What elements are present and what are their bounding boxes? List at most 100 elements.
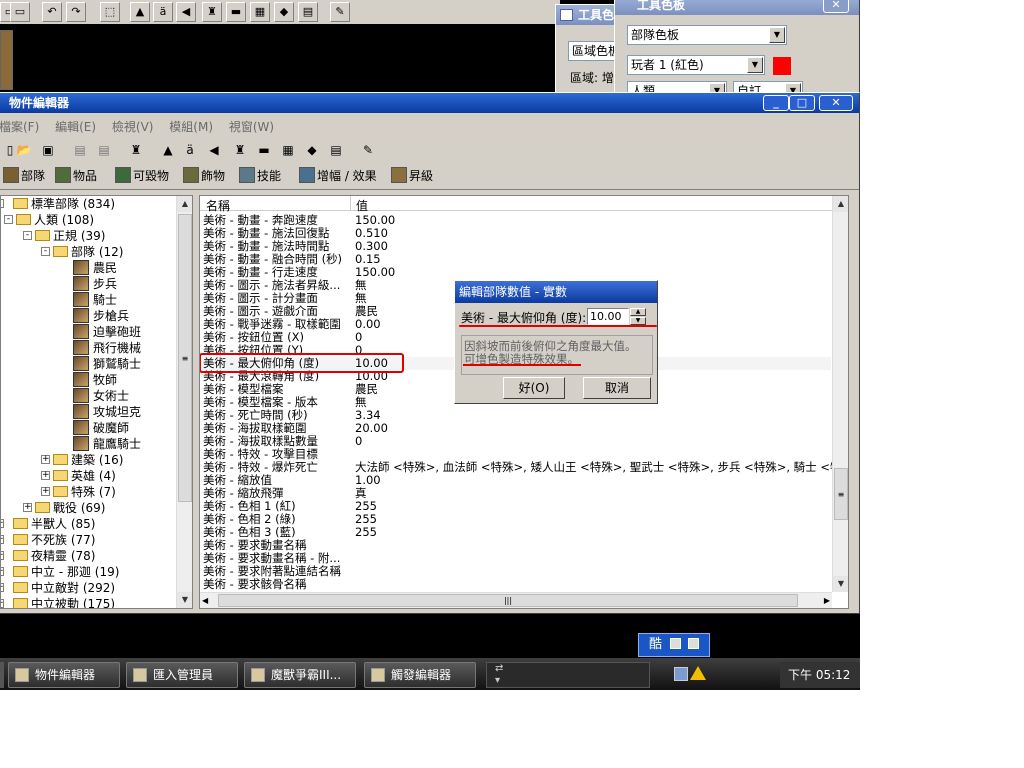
- tree-unit-item[interactable]: 迫擊砲班: [73, 324, 141, 340]
- dialog-value-input[interactable]: 10.00: [587, 308, 629, 325]
- tree-folder-item[interactable]: 正規 (39): [35, 228, 105, 244]
- tree-expander[interactable]: +: [1, 519, 4, 528]
- tree-expander[interactable]: +: [41, 471, 50, 480]
- cancel-button[interactable]: 取消: [583, 377, 651, 399]
- maximize-button[interactable]: □: [789, 95, 815, 111]
- property-row[interactable]: 美術 - 縮放值 1.00: [203, 474, 831, 487]
- redo-icon[interactable]: ↷: [66, 2, 86, 22]
- tab-buffs[interactable]: 增幅 / 效果: [297, 165, 377, 187]
- language-bar[interactable]: 酷: [638, 633, 710, 657]
- tree-expander[interactable]: +: [1, 551, 4, 560]
- tree-folder-item[interactable]: 中立敵對 (292): [13, 580, 115, 596]
- property-row[interactable]: 美術 - 色相 1 (紅) 255: [203, 500, 831, 513]
- tree-folder-item[interactable]: 中立被動 (175): [13, 596, 115, 608]
- edit-value-dialog[interactable]: 編輯部隊數值 - 實數 美術 - 最大俯仰角 (度): 10.00 ▲ ▼ 因斜…: [454, 280, 658, 404]
- tab-items[interactable]: 物品: [53, 165, 97, 187]
- header-value[interactable]: 值: [356, 197, 368, 214]
- test-map-icon[interactable]: ✎: [330, 2, 350, 22]
- tab-doodads[interactable]: 飾物: [181, 165, 225, 187]
- tree-expander[interactable]: +: [23, 503, 32, 512]
- region-icon[interactable]: ▬: [253, 140, 275, 162]
- undo-icon[interactable]: ↶: [42, 2, 62, 22]
- scroll-down-icon[interactable]: ▼: [833, 576, 848, 592]
- camera-icon[interactable]: ▦: [250, 2, 270, 22]
- taskbar-item-object-editor[interactable]: 物件編輯器: [8, 662, 120, 688]
- tree-scrollbar[interactable]: ▲ ≡ ▼: [176, 196, 192, 608]
- terrain-icon[interactable]: ▲: [157, 140, 179, 162]
- ime-help-icon[interactable]: [688, 638, 700, 649]
- palette-close-button[interactable]: ✕: [823, 0, 849, 13]
- property-row[interactable]: 美術 - 要求附著點連結名稱: [203, 565, 831, 578]
- property-row[interactable]: 美術 - 海拔取樣範圍 20.00: [203, 422, 831, 435]
- doodad-palette-icon[interactable]: ä: [179, 140, 201, 162]
- sound-icon[interactable]: ◀: [203, 140, 225, 162]
- player-combo[interactable]: 玩者 1 (紅色) ▼: [627, 55, 765, 75]
- property-row[interactable]: 美術 - 動畫 - 行走速度 150.00: [203, 266, 831, 279]
- tree-unit-item[interactable]: 獅鷲騎士: [73, 356, 141, 372]
- taskbar-item-import-manager[interactable]: 匯入管理員: [126, 662, 238, 688]
- page-icon[interactable]: ▤: [325, 140, 347, 162]
- palette-type-combo[interactable]: 部隊色板 ▼: [627, 25, 787, 45]
- scroll-down-icon[interactable]: ▼: [177, 592, 192, 608]
- tab-upgrades[interactable]: 昇級: [389, 165, 433, 187]
- ok-button[interactable]: 好(O): [503, 377, 565, 399]
- copy-icon[interactable]: ▤: [69, 140, 91, 162]
- warning-icon[interactable]: [690, 666, 706, 680]
- quick-launch[interactable]: ⇄ ▾: [486, 662, 650, 688]
- property-row[interactable]: 美術 - 動畫 - 施法時間點 0.300: [203, 240, 831, 253]
- property-row[interactable]: 美術 - 色相 2 (綠) 255: [203, 513, 831, 526]
- spinner-up-icon[interactable]: ▲: [630, 308, 646, 316]
- scroll-up-icon[interactable]: ▲: [833, 196, 848, 212]
- tree-expander[interactable]: +: [1, 567, 4, 576]
- tree-expander[interactable]: +: [1, 583, 4, 592]
- page-icon[interactable]: ▤: [298, 2, 318, 22]
- unit-palette-icon[interactable]: ♜: [125, 140, 147, 162]
- book-icon[interactable]: ◆: [301, 140, 323, 162]
- tree-expander[interactable]: -: [4, 215, 13, 224]
- property-row[interactable]: 美術 - 特效 - 爆炸死亡 大法師 <特殊>, 血法師 <特殊>, 矮人山王 <…: [203, 461, 835, 474]
- grid-h-thumb[interactable]: |||: [218, 594, 798, 607]
- paste-icon[interactable]: ▤: [93, 140, 115, 162]
- ime-mode-icon[interactable]: [670, 638, 682, 649]
- tree-expander[interactable]: -: [23, 231, 32, 240]
- save-icon[interactable]: ▣: [37, 140, 59, 162]
- network-icon[interactable]: [674, 667, 688, 681]
- tree-unit-item[interactable]: 飛行機械: [73, 340, 141, 356]
- camera-icon[interactable]: ▦: [277, 140, 299, 162]
- property-row[interactable]: 美術 - 動畫 - 奔跑速度 150.00: [203, 214, 831, 227]
- open-icon[interactable]: 📂: [13, 140, 35, 162]
- tab-units[interactable]: 部隊: [1, 165, 45, 187]
- property-row[interactable]: 美術 - 特效 - 攻擊目標: [203, 448, 831, 461]
- property-row[interactable]: 美術 - 動畫 - 施法回復點 0.510: [203, 227, 831, 240]
- property-row[interactable]: 美術 - 要求動畫名稱 - 附...: [203, 552, 831, 565]
- tree-expander[interactable]: -: [41, 247, 50, 256]
- tree-unit-item[interactable]: 騎士: [73, 292, 117, 308]
- close-button[interactable]: ✕: [819, 95, 853, 111]
- menu-window[interactable]: 視窗(W): [229, 120, 274, 134]
- menu-edit[interactable]: 編輯(E): [55, 120, 96, 134]
- tree-folder-item[interactable]: 部隊 (12): [53, 244, 123, 260]
- header-name[interactable]: 名稱: [206, 197, 230, 214]
- scroll-up-icon[interactable]: ▲: [177, 196, 192, 212]
- book-icon[interactable]: ◆: [274, 2, 294, 22]
- tree-folder-item[interactable]: 英雄 (4): [53, 468, 116, 484]
- tree-folder-item[interactable]: 人類 (108): [16, 212, 94, 228]
- tree-expander[interactable]: +: [41, 455, 50, 464]
- tree-unit-item[interactable]: 農民: [73, 260, 117, 276]
- test-map-icon[interactable]: ✎: [357, 140, 379, 162]
- tree-folder-item[interactable]: 半獸人 (85): [13, 516, 95, 532]
- property-row[interactable]: 美術 - 縮放飛彈 真: [203, 487, 831, 500]
- tree-folder-item[interactable]: 建築 (16): [53, 452, 123, 468]
- tab-destructibles[interactable]: 可毀物: [113, 165, 169, 187]
- tree-unit-item[interactable]: 牧師: [73, 372, 117, 388]
- property-row[interactable]: 美術 - 海拔取樣點數量 0: [203, 435, 831, 448]
- menu-file[interactable]: 檔案(F): [0, 120, 39, 134]
- tree-unit-item[interactable]: 攻城坦克: [73, 404, 141, 420]
- spinner-down-icon[interactable]: ▼: [630, 317, 646, 325]
- property-row[interactable]: 美術 - 動畫 - 融合時間 (秒) 0.15: [203, 253, 831, 266]
- tree-folder-item[interactable]: 戰役 (69): [35, 500, 105, 516]
- object-tree[interactable]: -標準部隊 (834)-人類 (108)-正規 (39)-部隊 (12)農民步兵…: [0, 195, 193, 609]
- menu-view[interactable]: 檢視(V): [112, 120, 154, 134]
- tree-folder-item[interactable]: 標準部隊 (834): [13, 196, 115, 212]
- tree-expander[interactable]: -: [1, 199, 4, 208]
